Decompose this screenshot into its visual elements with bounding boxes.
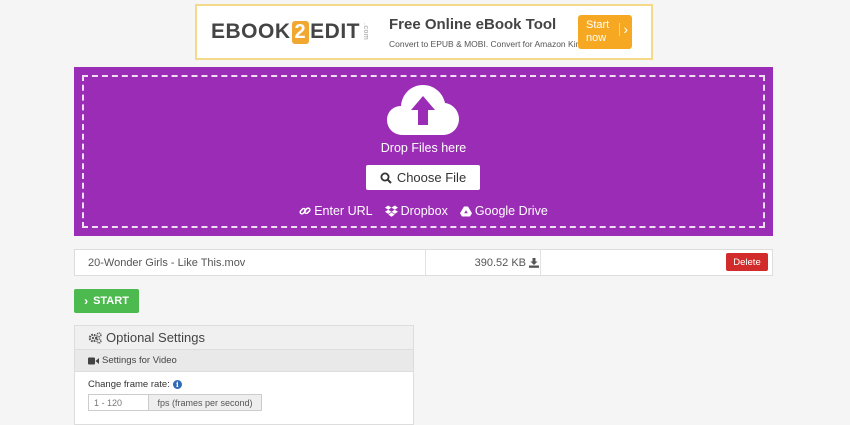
cloud-upload-icon [387,85,459,135]
frame-rate-input[interactable]: 1 - 120 [88,394,148,411]
delete-file-button[interactable]: Delete [726,253,768,271]
google-drive-icon [459,206,472,216]
choose-file-button[interactable]: Choose File [366,165,480,190]
google-drive-link[interactable]: Google Drive [459,204,548,218]
video-settings-title: Settings for Video [102,355,177,366]
start-label: START [93,295,129,307]
logo-text-mid: 2 [291,20,310,44]
enter-url-label: Enter URL [314,204,373,218]
choose-file-label: Choose File [396,170,467,185]
google-drive-label: Google Drive [474,204,548,218]
logo-text-right: EDIT [310,20,360,43]
optional-settings-panel: Optional Settings Settings for Video Cha… [74,325,414,425]
gears-icon [88,331,102,344]
dropbox-link[interactable]: Dropbox [384,204,448,218]
upload-sources: Enter URL Dropbox Google Drive [74,204,773,218]
chevron-right-icon: › [619,22,628,36]
ad-start-now-button[interactable]: Start now › [578,15,632,49]
video-camera-icon [88,357,99,364]
logo-text-left: EBOOK [211,20,291,43]
ad-title: Free Online eBook Tool [388,15,557,33]
ebook2edit-ad-banner[interactable]: EBOOK 2 EDIT .com Free Online eBook Tool Co… [195,4,653,60]
file-size: 390.52 KB [427,257,539,269]
ad-button-line1: Start [586,19,610,31]
enter-url-link[interactable]: Enter URL [299,204,373,218]
video-settings-header: Settings for Video [75,350,413,372]
link-icon [299,207,311,215]
ad-subtitle: Convert to EPUB & MOBI. Convert for Amaz… [388,38,592,49]
dropbox-icon [384,205,398,217]
frame-rate-label: Change frame rate: i [88,379,182,390]
ebook2edit-logo: EBOOK 2 EDIT .com [211,20,369,44]
download-icon[interactable] [529,258,539,268]
optional-settings-header[interactable]: Optional Settings [75,326,413,350]
logo-text-com: .com [361,23,369,41]
ad-button-line2: now [586,32,607,44]
frame-rate-unit: fps (frames per second) [148,394,262,411]
file-drop-zone[interactable]: Drop Files here Choose File Enter URL Dr… [74,67,773,236]
file-list-row: 20-Wonder Girls - Like This.mov 390.52 K… [74,249,773,276]
chevron-right-icon: › [84,294,89,308]
file-name: 20-Wonder Girls - Like This.mov [88,257,246,269]
search-icon [380,172,392,184]
info-icon[interactable]: i [172,380,182,389]
start-button[interactable]: › START [74,289,139,313]
optional-settings-title: Optional Settings [106,330,206,345]
dropbox-label: Dropbox [400,204,448,218]
drop-files-text: Drop Files here [380,141,467,155]
frame-rate-label-text: Change frame rate: [88,379,170,390]
file-size-text: 390.52 KB [474,257,526,269]
